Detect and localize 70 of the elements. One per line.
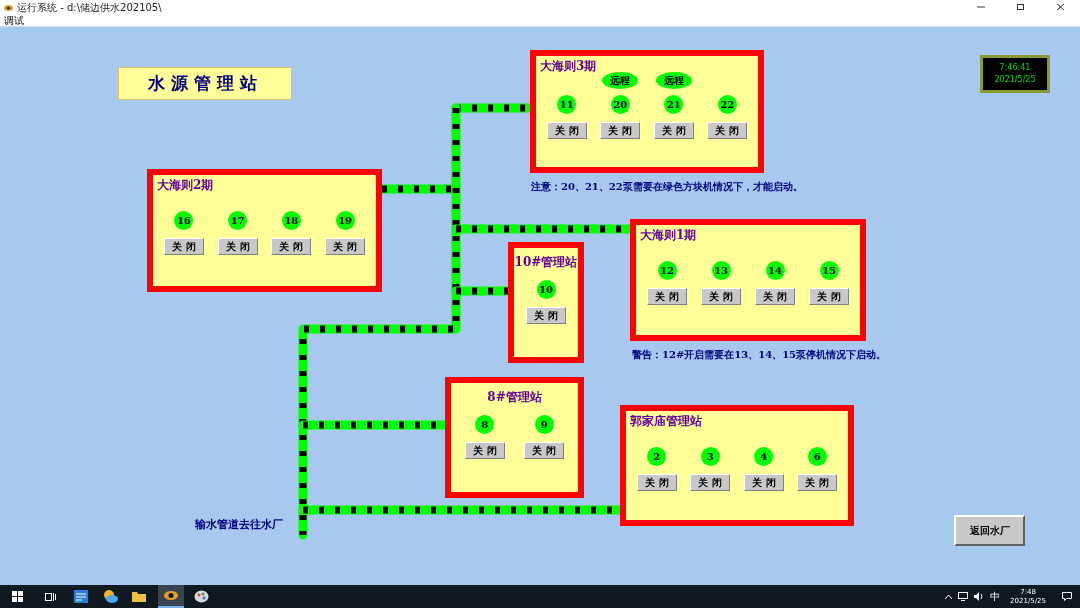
close-button[interactable]: 关闭 [325,238,366,255]
close-button[interactable]: 关闭 [464,442,505,459]
eye-icon [4,4,13,11]
station-title: 8#管理站 [487,391,542,403]
remote-indicator: 远程 [655,72,692,89]
windows-start-icon[interactable] [12,591,23,602]
pump-status: 9 [534,415,554,434]
pump-status: 17 [228,211,248,230]
station-title: 大海则2期 [157,179,215,191]
close-button[interactable]: 关闭 [546,122,587,139]
close-button[interactable]: 关闭 [271,238,312,255]
close-button[interactable]: 关闭 [707,122,748,139]
pump-status: 13 [711,261,731,280]
pump-status: 19 [335,211,355,230]
close-button[interactable]: 关闭 [755,288,795,305]
pump-status: 4 [754,447,774,466]
close-button[interactable]: 关闭 [743,474,784,491]
clock-time: 7:46:41 [999,62,1031,74]
close-button[interactable]: 关闭 [701,288,741,305]
close-button[interactable]: 关闭 [809,288,849,305]
remote-indicator: 远程 [602,72,639,89]
pump-status: 22 [717,95,737,114]
input-method-indicator[interactable]: 中 [990,591,1001,602]
network-icon[interactable] [958,592,969,601]
pump-status: 12 [657,261,677,280]
pump-status: 16 [174,211,194,230]
close-button[interactable]: 关闭 [163,238,204,255]
close-button[interactable]: 关闭 [797,474,838,491]
close-button[interactable]: 关闭 [217,238,258,255]
maximize-icon[interactable] [1017,4,1025,10]
station-title: 郭家庙管理站 [630,415,703,427]
page-heading: 水源管理站 [118,67,292,100]
close-button[interactable]: 关闭 [526,307,566,324]
window-title: 运行系统 - d:\储边供水202105\ [17,2,162,13]
menu-item[interactable]: 调试 [4,15,24,26]
close-button[interactable]: 关闭 [524,442,565,459]
pump-status: 10 [536,280,556,299]
pump-status: 20 [610,95,630,114]
clock-date: 2021/5/25 [994,74,1036,86]
close-button[interactable]: 关闭 [636,474,677,491]
close-icon[interactable] [1057,4,1064,10]
pump-status: 11 [557,95,577,114]
weather-icon[interactable] [103,590,118,603]
task-view-icon[interactable] [45,591,56,602]
chevron-up-icon[interactable] [945,594,953,599]
pump-status: 3 [700,447,720,466]
warning-note: 注意：20、21、22泵需要在绿色方块机情况下，才能启动。 [531,180,803,194]
pump-status: 14 [765,261,785,280]
close-button[interactable]: 关闭 [690,474,731,491]
pump-status: 15 [819,261,839,280]
palette-icon[interactable] [194,590,209,603]
station-title: 10#管理站 [514,256,578,268]
warning-note: 警告：12#开启需要在13、14、15泵停机情况下启动。 [632,348,887,362]
speaker-icon[interactable] [974,592,985,601]
pump-status: 6 [807,447,827,466]
folder-icon[interactable] [132,591,146,602]
eye-icon[interactable] [164,591,178,600]
pipe-label: 输水管道去往水厂 [195,517,283,533]
notification-icon[interactable] [1062,592,1072,601]
close-button[interactable]: 关闭 [647,288,687,305]
pump-status: 8 [475,415,495,434]
pump-status: 18 [281,211,301,230]
station-title: 大海则1期 [640,229,698,241]
pump-status: 21 [664,95,684,114]
close-button[interactable]: 关闭 [600,122,641,139]
pump-status: 2 [647,447,667,466]
station-title: 大海则3期 [540,60,598,72]
return-button[interactable]: 返回水厂 [954,515,1025,546]
close-button[interactable]: 关闭 [653,122,694,139]
minimize-icon[interactable] [977,4,985,10]
